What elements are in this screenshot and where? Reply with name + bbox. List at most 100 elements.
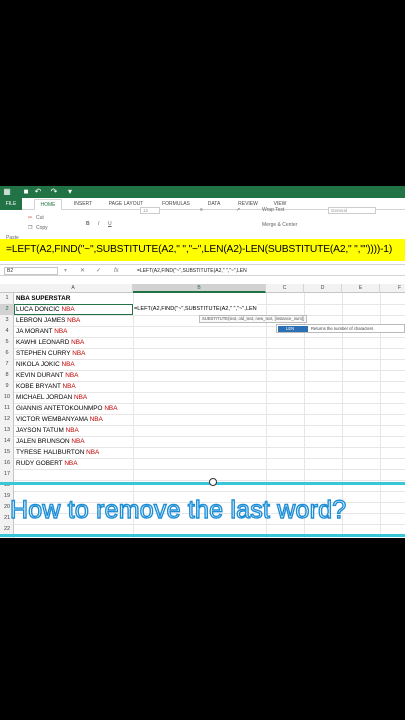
copy-icon: ❐ [28,225,33,231]
league-tag: NBA [104,405,118,412]
underline-icon[interactable]: U [108,221,112,227]
row-header-3[interactable]: 3 [0,315,14,326]
table-row[interactable]: GIANNIS ANTETOKOUNMPO NBA [16,403,117,414]
number-format-select[interactable]: General [328,207,376,214]
player-name: JA MORANT [16,328,53,335]
bold-icon[interactable]: B [86,221,90,227]
table-row[interactable]: LEBRON JAMES NBA [16,315,80,326]
cancel-icon[interactable]: ✕ [80,267,85,275]
league-tag: NBA [71,339,85,346]
player-name: MICHAEL JORDAN [16,394,73,401]
name-box-dropdown-icon[interactable]: ▾ [64,267,67,275]
league-tag: NBA [62,383,76,390]
column-header-f[interactable]: F [380,284,405,293]
row-header-6[interactable]: 6 [0,348,14,359]
table-row[interactable]: JA MORANT NBA [16,326,67,337]
name-box[interactable]: B2 [4,267,58,275]
row-header-12[interactable]: 12 [0,414,14,425]
customize-icon[interactable]: ▾ [66,188,74,196]
column-header-c[interactable]: C [266,284,304,293]
font-size-select[interactable]: 12 [140,207,160,214]
wrap-text-button[interactable]: Wrap Text [262,207,284,213]
player-name: KOBE BRYANT [16,383,61,390]
tab-data[interactable]: DATA [203,199,225,210]
player-name: KAWHI LEONARD [16,339,70,346]
table-row[interactable]: MICHAEL JORDAN NBA [16,392,87,403]
league-tag: NBA [71,438,85,445]
tab-file[interactable]: FILE [0,198,22,210]
table-row[interactable]: VICTOR WEMBANYAMA NBA [16,414,103,425]
table-row[interactable]: TYRESE HALIBURTON NBA [16,447,99,458]
table-row[interactable]: JALEN BRUNSON NBA [16,436,85,447]
row-header-7[interactable]: 7 [0,359,14,370]
merge-center-button[interactable]: Merge & Center [262,222,297,228]
copy-button[interactable]: Copy [36,225,48,231]
tab-formulas[interactable]: FORMULAS [157,199,195,210]
row-header-9[interactable]: 9 [0,381,14,392]
column-header-e[interactable]: E [342,284,380,293]
column-header-a[interactable]: A [14,284,133,293]
table-row[interactable]: KAWHI LEONARD NBA [16,337,84,348]
orientation-icon[interactable]: ↗ [236,207,240,213]
row-header-2[interactable]: 2 [0,304,14,315]
row-header-16[interactable]: 16 [0,458,14,469]
undo-icon[interactable]: ↶ [34,188,42,196]
align-icon[interactable]: ≡ [200,207,203,213]
league-tag: NBA [65,427,79,434]
insert-function-button[interactable]: fx [114,267,119,275]
player-name: LEBRON JAMES [16,317,66,324]
league-tag: NBA [74,394,88,401]
row-header-4[interactable]: 4 [0,326,14,337]
table-row[interactable]: JAYSON TATUM NBA [16,425,79,436]
league-tag: NBA [65,372,79,379]
quick-access-toolbar: ▦ ■ ↶ ↷ ▾ [0,186,405,198]
formula-autocomplete: LEN Returns the number of characters [276,324,405,333]
player-name: STEPHEN CURRY [16,350,71,357]
player-name: RUDY GOBERT [16,460,63,467]
table-row[interactable]: STEPHEN CURRY NBA [16,348,85,359]
cell-a1-header[interactable]: NBA SUPERSTAR [16,293,70,304]
table-row[interactable]: KOBE BRYANT NBA [16,381,76,392]
mouse-cursor-icon [209,478,217,486]
cut-button[interactable]: Cut [36,215,44,221]
row-gridline [14,491,405,492]
tab-insert[interactable]: INSERT [68,199,98,210]
row-header-11[interactable]: 11 [0,403,14,414]
video-frame: ▦ ■ ↶ ↷ ▾ FILE HOME INSERT PAGE LAYOUT F… [0,0,405,720]
row-header-10[interactable]: 10 [0,392,14,403]
table-row[interactable]: NIKOLA JOKIC NBA [16,359,75,370]
cut-icon: ✂ [28,215,33,221]
league-tag: NBA [86,449,100,456]
italic-icon[interactable]: I [98,221,99,227]
active-cell-outline[interactable] [14,304,133,315]
column-header-b[interactable]: B [133,284,266,293]
enter-icon[interactable]: ✓ [96,267,101,275]
column-header-d[interactable]: D [304,284,342,293]
player-name: KEVIN DURANT [16,372,64,379]
player-name: VICTOR WEMBANYAMA [16,416,88,423]
video-caption: How to remove the last word? [9,495,347,524]
tab-home[interactable]: HOME [34,199,62,210]
league-tag: NBA [89,416,103,423]
row-header-15[interactable]: 15 [0,447,14,458]
table-row[interactable]: KEVIN DURANT NBA [16,370,78,381]
formula-input[interactable]: =LEFT(A2,FIND("~",SUBSTITUTE(A2," ","~",… [137,267,247,275]
redo-icon[interactable]: ↷ [50,188,58,196]
autocomplete-item-len[interactable]: LEN [278,326,308,332]
formula-banner: =LEFT(A2,FIND("~",SUBSTITUTE(A2," ","~",… [0,239,405,261]
save-icon[interactable]: ■ [22,188,30,196]
row-header-8[interactable]: 8 [0,370,14,381]
player-name: TYRESE HALIBURTON [16,449,85,456]
excel-logo-icon: ▦ [3,187,11,196]
table-row[interactable]: RUDY GOBERT NBA [16,458,77,469]
row-header-14[interactable]: 14 [0,436,14,447]
player-name: JALEN BRUNSON [16,438,70,445]
league-tag: NBA [72,350,86,357]
editing-cell-b2[interactable]: =LEFT(A2,FIND("~",SUBSTITUTE(A2," ","~",… [133,304,257,315]
row-gridline [14,469,405,470]
row-header-1[interactable]: 1 [0,293,14,304]
player-name: NIKOLA JOKIC [16,361,60,368]
row-header-17[interactable]: 17 [0,469,14,480]
row-header-5[interactable]: 5 [0,337,14,348]
row-header-13[interactable]: 13 [0,425,14,436]
